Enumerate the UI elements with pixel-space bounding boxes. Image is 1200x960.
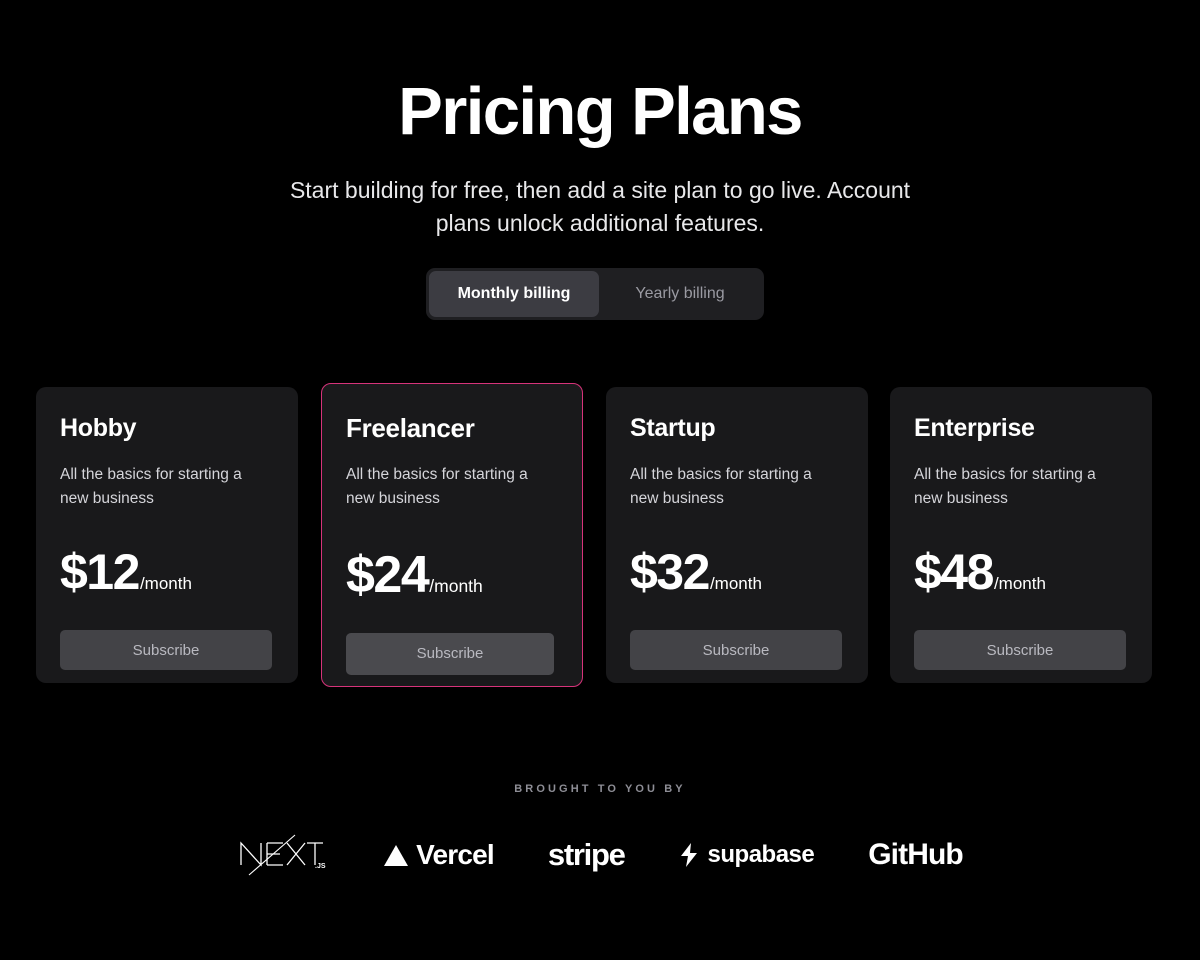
plan-price-row: $48 /month [914,547,1128,597]
toggle-option-yearly[interactable]: Yearly billing [599,271,761,317]
plan-price-period: /month [993,574,1046,594]
plan-price-row: $12 /month [60,547,274,597]
toggle-option-monthly[interactable]: Monthly billing [429,271,599,317]
plan-price: $48 [914,544,994,601]
plan-price-row: $24 /month [346,549,558,601]
plan-description: All the basics for starting a new busine… [346,465,528,508]
plan-name: Startup [630,414,716,442]
page-subtitle: Start building for free, then add a site… [289,177,911,236]
plan-name: Enterprise [914,414,1035,442]
sponsor-logo-list: .JS Vercel stripe supabase GitHub [0,831,1200,879]
plan-description: All the basics for starting a new busine… [914,465,1096,507]
subscribe-button[interactable]: Subscribe [60,630,272,671]
plan-price: $24 [346,545,430,604]
subscribe-button[interactable]: Subscribe [630,630,842,671]
supabase-bolt-icon [680,843,697,867]
stripe-wordmark-icon: stripe [547,837,626,872]
nextjs-logo: .JS [237,831,329,879]
nextjs-logo-icon: .JS [240,834,326,876]
github-logo: GitHub [868,831,963,879]
subscribe-button[interactable]: Subscribe [346,632,554,675]
page-title: Pricing Plans [398,74,803,149]
page-header: Pricing Plans Start building for free, t… [0,78,1200,239]
pricing-card-enterprise[interactable]: Enterprise All the basics for starting a… [890,387,1152,683]
plan-price: $32 [630,544,710,601]
plan-description: All the basics for starting a new busine… [630,465,812,507]
page-footer: BROUGHT TO YOU BY .JS Vercel stripe supa… [0,783,1200,879]
vercel-triangle-icon [384,844,409,866]
github-wordmark-icon: GitHub [868,838,963,871]
pricing-card-startup[interactable]: Startup All the basics for starting a ne… [606,387,868,683]
billing-period-toggle[interactable]: Monthly billing Yearly billing [426,268,764,320]
vercel-wordmark: Vercel [416,839,495,870]
supabase-wordmark: supabase [707,841,815,868]
svg-text:.JS: .JS [315,863,326,870]
plan-price: $12 [60,544,140,601]
vercel-logo: Vercel [383,831,495,879]
brought-to-you-by-label: BROUGHT TO YOU BY [514,783,686,795]
plan-price-period: /month [709,574,762,594]
plan-price-period: /month [139,574,192,594]
plan-price-row: $32 /month [630,547,844,597]
subscribe-button[interactable]: Subscribe [914,630,1126,671]
plan-name: Freelancer [346,413,475,443]
plan-description: All the basics for starting a new busine… [60,465,242,507]
pricing-card-list: Hobby All the basics for starting a new … [0,383,1200,687]
plan-name: Hobby [60,414,137,442]
plan-price-period: /month [429,575,483,596]
pricing-card-hobby[interactable]: Hobby All the basics for starting a new … [36,387,298,683]
supabase-logo: supabase [679,831,815,879]
pricing-card-freelancer[interactable]: Freelancer All the basics for starting a… [321,383,583,687]
stripe-logo: stripe [547,831,626,879]
pricing-page: Pricing Plans Start building for free, t… [0,0,1200,960]
